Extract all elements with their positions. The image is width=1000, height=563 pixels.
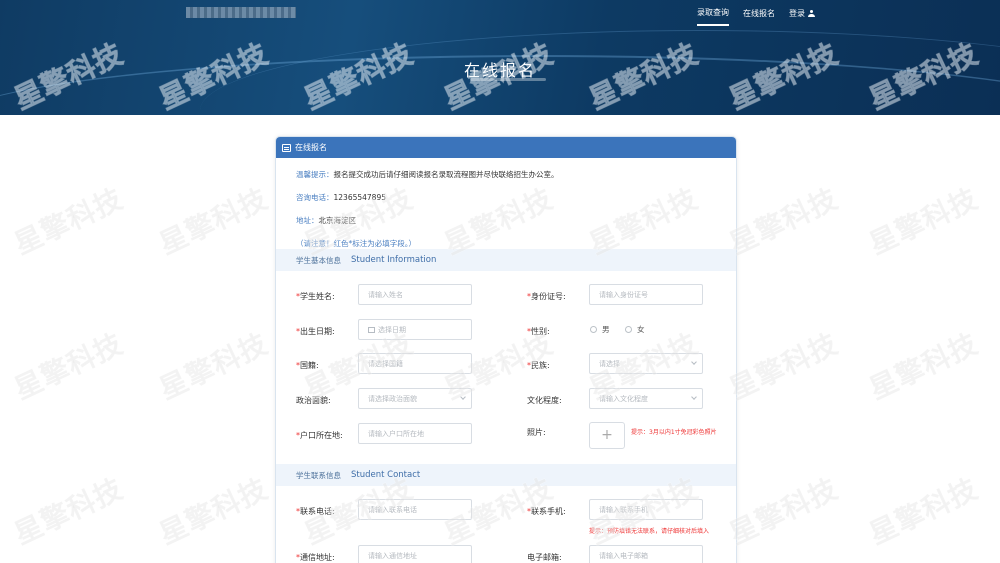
- nav-login[interactable]: 登录: [789, 8, 815, 25]
- phone-label: 咨询电话：: [296, 193, 334, 202]
- watermark: 星擎科技: [864, 471, 984, 551]
- title-underline: [470, 78, 546, 81]
- mail-address-input[interactable]: 请输入通信地址: [358, 545, 472, 563]
- tip-text: 报名提交成功后请仔细阅读报名录取流程图并尽快联络招生办公室。: [333, 170, 559, 179]
- mail-address-label: *通信地址:: [296, 553, 335, 562]
- plus-icon: +: [601, 427, 613, 443]
- education-select[interactable]: 请输入文化程度: [589, 388, 703, 409]
- section-contact-en: Student Contact: [351, 470, 421, 480]
- chevron-down-icon: [691, 394, 697, 400]
- section-basic-cn: 学生基本信息: [296, 255, 341, 265]
- section-contact: 学生联系信息 Student Contact: [276, 464, 736, 486]
- ethnicity-select[interactable]: 请选择: [589, 353, 703, 374]
- watermark: 星擎科技: [864, 326, 984, 406]
- name-label: *学生姓名:: [296, 292, 335, 301]
- section-basic: 学生基本信息 Student Information: [276, 249, 736, 271]
- ethnicity-placeholder: 请选择: [599, 360, 620, 368]
- mobile-input[interactable]: 请输入联系手机: [589, 499, 703, 520]
- gender-male-label: 男: [602, 325, 610, 334]
- watermark: 星擎科技: [864, 181, 984, 261]
- ethnicity-label: *民族:: [527, 361, 550, 370]
- nav-online-registration[interactable]: 在线报名: [743, 8, 775, 25]
- watermark: 星擎科技: [154, 326, 274, 406]
- name-input[interactable]: 请输入姓名: [358, 284, 472, 305]
- site-logo[interactable]: [186, 7, 296, 18]
- phone-value: 12365547895: [333, 193, 387, 202]
- chevron-down-icon: [691, 359, 697, 365]
- photo-label: 照片:: [527, 428, 546, 437]
- gender-label: *性别:: [527, 327, 550, 336]
- political-label: 政治面貌:: [296, 396, 331, 405]
- birth-placeholder: 选择日期: [378, 326, 406, 334]
- watermark: 星擎科技: [724, 471, 844, 551]
- political-select[interactable]: 请选择政治面貌: [358, 388, 472, 409]
- political-placeholder: 请选择政治面貌: [368, 395, 417, 403]
- email-input[interactable]: 请输入电子邮箱: [589, 545, 703, 563]
- watermark: 星擎科技: [154, 181, 274, 261]
- photo-upload-button[interactable]: +: [589, 422, 625, 449]
- contact-phone-input[interactable]: 请输入联系电话: [358, 499, 472, 520]
- card-header: 在线报名: [276, 137, 736, 158]
- hukou-label: *户口所在地:: [296, 431, 343, 440]
- phone-line: 咨询电话：12365547895: [296, 192, 716, 202]
- birth-date-picker[interactable]: 选择日期: [358, 319, 472, 340]
- login-label: 登录: [789, 9, 805, 18]
- email-label: 电子邮箱:: [527, 553, 562, 562]
- top-nav: 录取查询 在线报名 登录: [697, 7, 815, 26]
- tip-label: 温馨提示：: [296, 170, 334, 179]
- section-contact-cn: 学生联系信息: [296, 470, 341, 480]
- watermark: 星擎科技: [724, 181, 844, 261]
- page-title: 在线报名: [463, 61, 536, 80]
- watermark: 星擎科技: [154, 471, 274, 551]
- address-value: 北京海淀区: [318, 216, 357, 225]
- contact-phone-label: *联系电话:: [296, 507, 335, 516]
- mobile-tip: 提示：预防填错无法联系，请仔细核对后填入: [589, 528, 710, 535]
- address-label: 地址：: [296, 216, 319, 225]
- radio-circle-icon: [625, 326, 632, 333]
- info-block: 温馨提示：报名提交成功后请仔细阅读报名录取流程图并尽快联络招生办公室。 咨询电话…: [276, 158, 736, 248]
- chevron-down-icon: [460, 394, 466, 400]
- form-icon: [282, 143, 291, 152]
- id-input[interactable]: 请输入身份证号: [589, 284, 703, 305]
- tip-line: 温馨提示：报名提交成功后请仔细阅读报名录取流程图并尽快联络招生办公室。: [296, 169, 716, 179]
- user-icon: [808, 10, 815, 17]
- gender-female-label: 女: [637, 325, 645, 334]
- id-label: *身份证号:: [527, 292, 566, 301]
- nationality-input[interactable]: 请选择国籍: [358, 353, 472, 374]
- education-placeholder: 请输入文化程度: [599, 395, 648, 403]
- nav-admission-query[interactable]: 录取查询: [697, 7, 729, 26]
- header-banner: 录取查询 在线报名 登录 在线报名: [0, 0, 1000, 115]
- required-note: （请注意！红色*标注为必填字段。）: [296, 239, 416, 248]
- watermark: 星擎科技: [9, 326, 129, 406]
- calendar-icon: [368, 327, 375, 333]
- watermark: 星擎科技: [9, 181, 129, 261]
- gender-male-radio[interactable]: 男: [590, 324, 610, 335]
- education-label: 文化程度:: [527, 396, 562, 405]
- registration-card: 在线报名 温馨提示：报名提交成功后请仔细阅读报名录取流程图并尽快联络招生办公室。…: [275, 136, 737, 563]
- mobile-label: *联系手机:: [527, 507, 566, 516]
- hukou-input[interactable]: 请输入户口所在地: [358, 423, 472, 444]
- radio-circle-icon: [590, 326, 597, 333]
- address-line: 地址：北京海淀区: [296, 215, 716, 225]
- watermark: 星擎科技: [724, 326, 844, 406]
- nationality-label: *国籍:: [296, 361, 319, 370]
- card-header-title: 在线报名: [295, 143, 327, 152]
- section-basic-en: Student Information: [351, 255, 437, 265]
- watermark: 星擎科技: [9, 471, 129, 551]
- photo-tip: 提示：3月以内1寸免冠彩色照片: [631, 429, 717, 436]
- birth-label: *出生日期:: [296, 327, 335, 336]
- gender-female-radio[interactable]: 女: [625, 324, 645, 335]
